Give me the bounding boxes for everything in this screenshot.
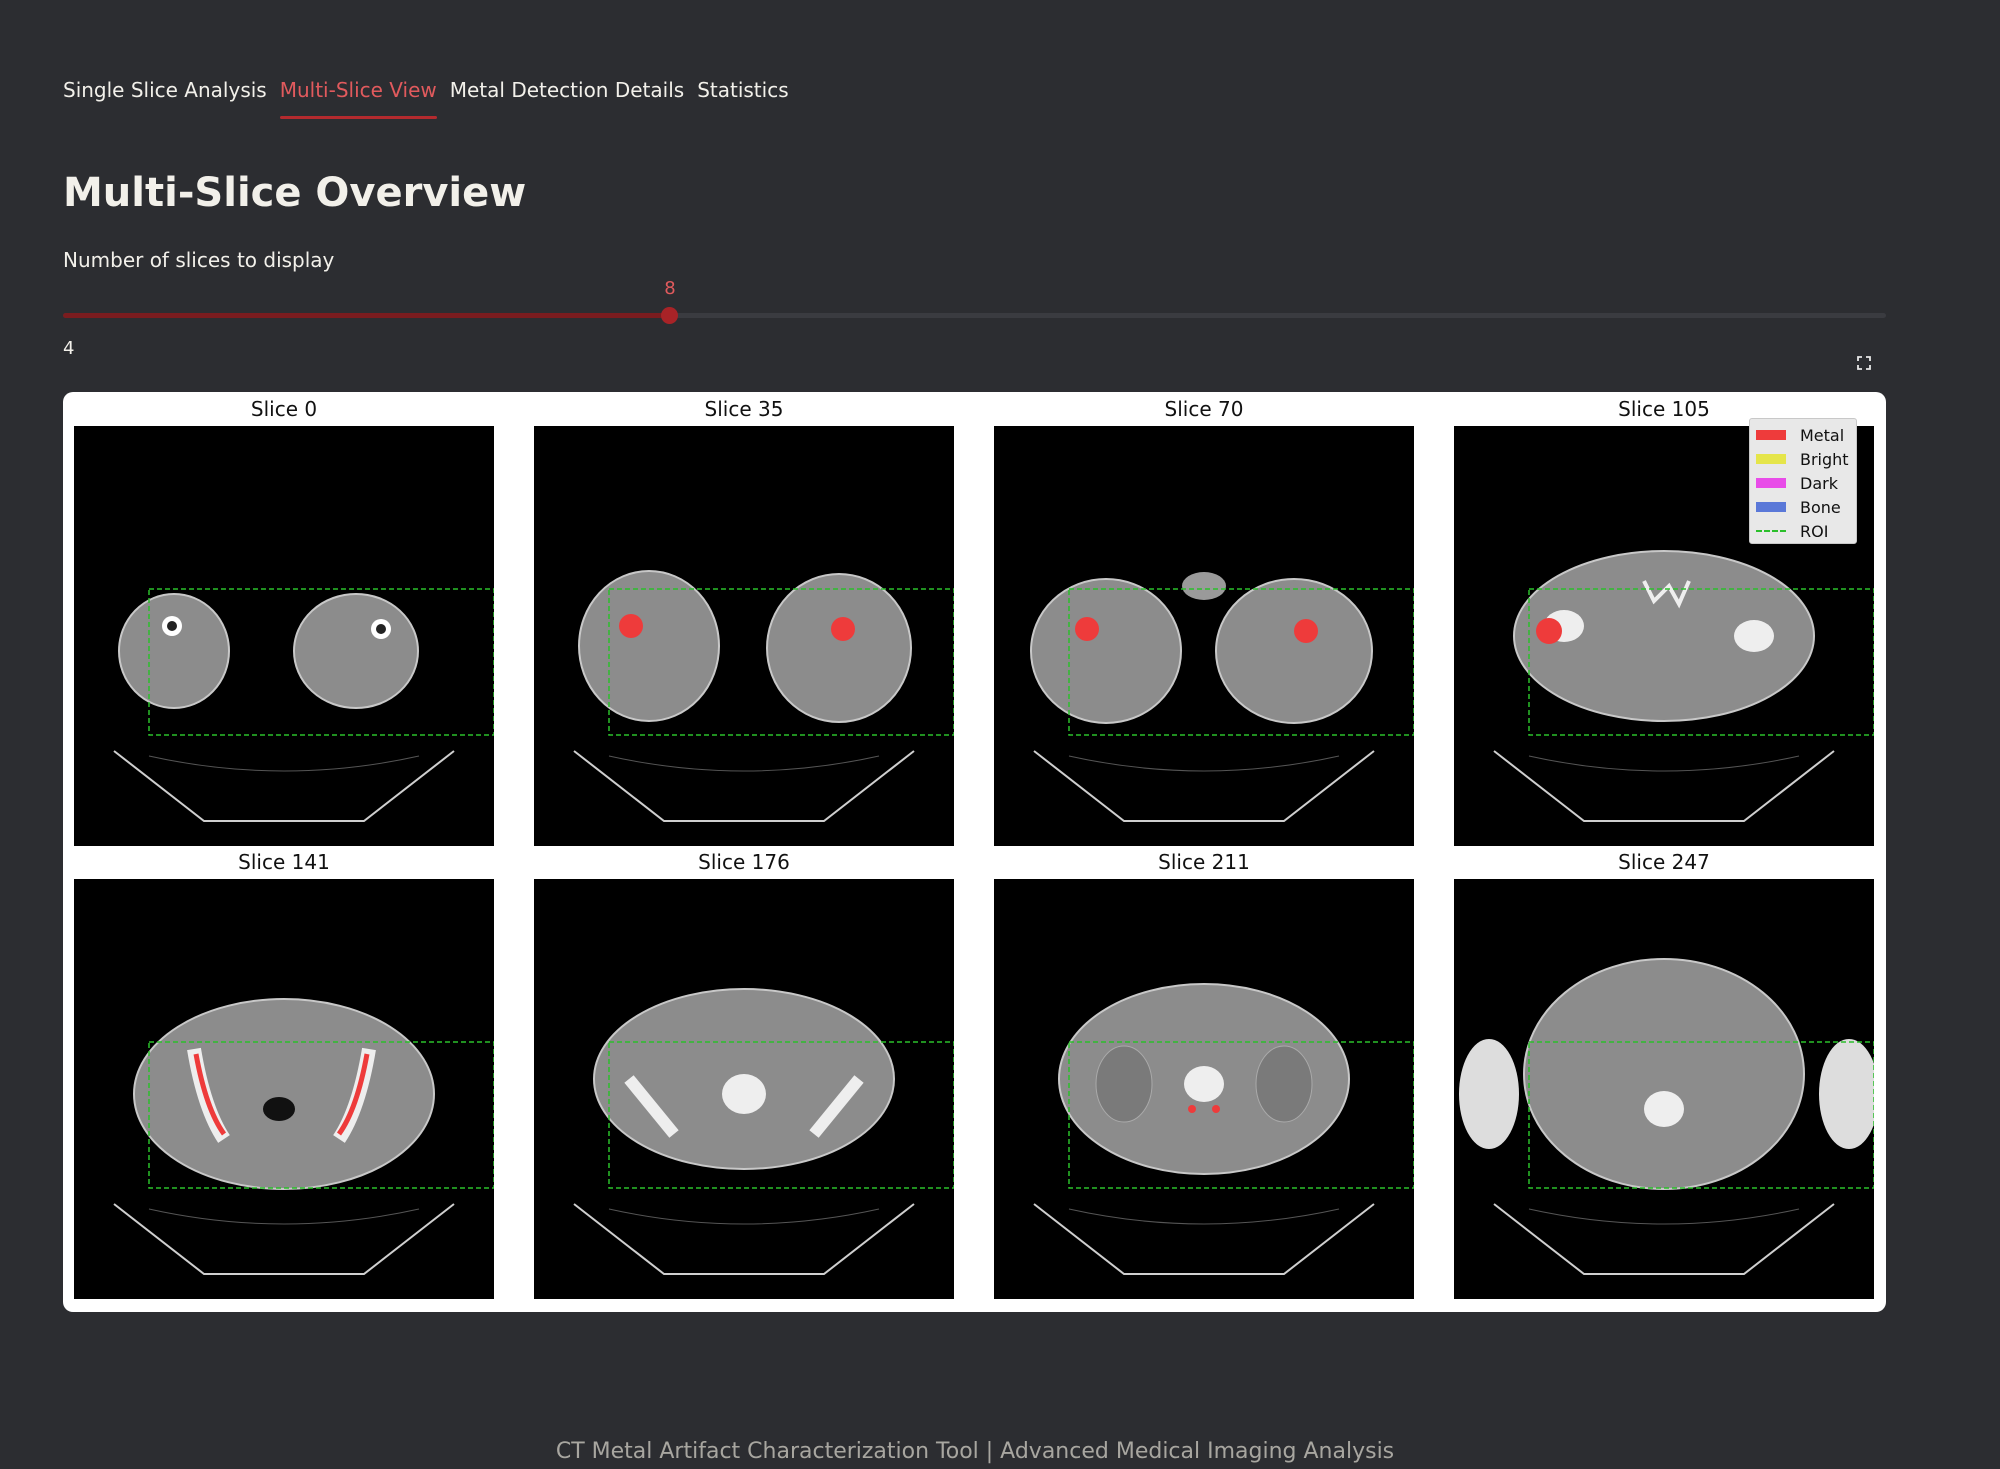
slider-min-label: 4 bbox=[63, 338, 75, 359]
legend-swatch bbox=[1756, 454, 1786, 464]
tab-bar: Single Slice Analysis Multi-Slice View M… bbox=[63, 78, 789, 119]
legend-label: Bone bbox=[1800, 497, 1841, 517]
slice-title: Slice 35 bbox=[704, 397, 784, 421]
slice-panel: Slice 176 bbox=[534, 845, 954, 1299]
footer: CT Metal Artifact Characterization Tool … bbox=[555, 1439, 1395, 1464]
slider-fill bbox=[63, 313, 670, 318]
legend-swatch bbox=[1756, 478, 1786, 488]
slice-title: Slice 70 bbox=[1164, 397, 1244, 421]
slider-value: 8 bbox=[664, 278, 676, 299]
slice-panel: Slice 70 bbox=[994, 392, 1414, 846]
fullscreen-icon bbox=[1857, 356, 1871, 370]
slice-panel: Slice 0 bbox=[74, 392, 494, 846]
ct-scan-image bbox=[534, 879, 954, 1299]
ct-scan-image bbox=[994, 426, 1414, 846]
legend-label: Metal bbox=[1800, 425, 1845, 445]
legend-swatch bbox=[1756, 430, 1786, 440]
page-title: Multi-Slice Overview bbox=[63, 170, 527, 216]
legend: Metal Bright Dark Bone ROI bbox=[1749, 418, 1857, 544]
ct-scan-image bbox=[74, 879, 494, 1299]
ct-scan-image bbox=[74, 426, 494, 846]
slice-title: Slice 0 bbox=[250, 397, 318, 421]
slice-title: Slice 247 bbox=[1618, 850, 1710, 874]
legend-item: Bright bbox=[1756, 447, 1850, 471]
fullscreen-button[interactable] bbox=[1851, 350, 1877, 376]
ct-scan-image bbox=[1454, 879, 1874, 1299]
legend-item: Dark bbox=[1756, 471, 1850, 495]
legend-swatch bbox=[1756, 530, 1786, 532]
multi-slice-figure: Slice 0 Slice 35 Slice 70 Slice 105 Slic… bbox=[63, 392, 1886, 1312]
slice-title: Slice 176 bbox=[698, 850, 790, 874]
legend-item: Bone bbox=[1756, 495, 1850, 519]
slice-panel: Slice 141 bbox=[74, 845, 494, 1299]
legend-label: Bright bbox=[1800, 449, 1849, 469]
legend-label: Dark bbox=[1800, 473, 1838, 493]
slice-panel: Slice 247 bbox=[1454, 845, 1874, 1299]
slice-title: Slice 211 bbox=[1158, 850, 1250, 874]
ct-scan-image bbox=[994, 879, 1414, 1299]
legend-label: ROI bbox=[1800, 521, 1829, 541]
tab-statistics[interactable]: Statistics bbox=[697, 78, 788, 119]
slider-thumb[interactable] bbox=[661, 307, 678, 324]
slice-panel: Slice 211 bbox=[994, 845, 1414, 1299]
slice-title: Slice 141 bbox=[238, 850, 330, 874]
legend-item: Metal bbox=[1756, 423, 1850, 447]
slider-label: Number of slices to display bbox=[63, 248, 335, 272]
legend-swatch bbox=[1756, 502, 1786, 512]
tab-metal-detection-details[interactable]: Metal Detection Details bbox=[450, 78, 684, 119]
slice-panel: Slice 35 bbox=[534, 392, 954, 846]
tab-single-slice-analysis[interactable]: Single Slice Analysis bbox=[63, 78, 267, 119]
legend-item: ROI bbox=[1756, 519, 1850, 543]
tab-multi-slice-view[interactable]: Multi-Slice View bbox=[279, 78, 437, 119]
ct-scan-image bbox=[534, 426, 954, 846]
